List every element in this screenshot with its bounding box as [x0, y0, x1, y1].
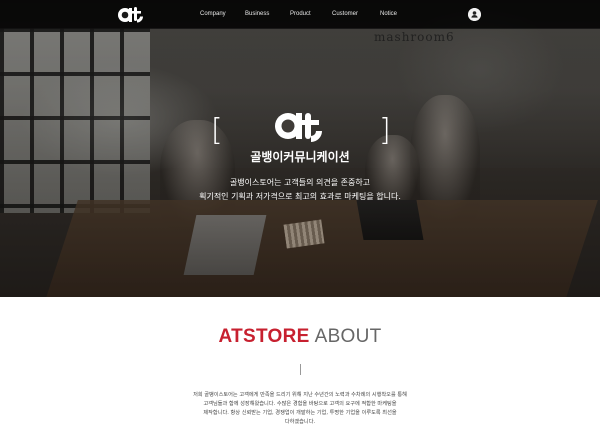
about-section-title: ATSTORE ABOUT: [0, 326, 600, 348]
hero-logo-icon: [275, 113, 322, 142]
about-title-light: ABOUT: [314, 326, 382, 347]
hero-description: 골뱅이스토어는 고객들의 의견을 존중하고 획기적인 기획과 저가격으로 최고의…: [0, 176, 600, 204]
brand-logo[interactable]: [117, 6, 145, 23]
about-text-line1: 저희 골뱅이스토어는 고객에게 만족을 드리기 위해 지난 수년간의 노력과 수…: [193, 392, 407, 398]
hero-description-line1: 골뱅이스토어는 고객들의 의견을 존중하고: [229, 178, 371, 187]
hero-description-line2: 획기적인 기획과 저가격으로 최고의 효과로 마케팅을 합니다.: [199, 192, 401, 201]
about-divider: [300, 364, 301, 375]
user-icon[interactable]: [468, 8, 481, 21]
nav-item-business[interactable]: Business: [245, 11, 269, 17]
nav-item-product[interactable]: Product: [290, 11, 311, 17]
about-title-strong: ATSTORE: [218, 326, 310, 347]
nav-item-notice[interactable]: Notice: [380, 11, 397, 17]
hero-bracket-left: [: [211, 113, 223, 148]
top-navigation-bar: Company Business Product Customer Notice: [0, 0, 600, 29]
hero-bracket-right: ]: [379, 113, 391, 148]
hero-banner: mashroom6 [ ] 골뱅이커뮤니케이션 골뱅이스토어는 고객들의 의견을…: [0, 0, 600, 297]
about-text-line2: 고객님들과 함께 성장해왔습니다. 수많은 경험을 바탕으로 고객의 요구에 적…: [203, 401, 397, 407]
about-text-line4: 다하겠습니다.: [284, 419, 316, 425]
hero-title: 골뱅이커뮤니케이션: [250, 150, 350, 164]
nav-item-customer[interactable]: Customer: [332, 11, 358, 17]
hero-wall-sign: mashroom6: [374, 30, 455, 44]
about-description: 저희 골뱅이스토어는 고객에게 만족을 드리기 위해 지난 수년간의 노력과 수…: [150, 391, 450, 427]
about-text-line3: 제작합니다. 항상 신뢰받는 기업, 경쟁업이 개발하는 기업, 투명한 기업을…: [203, 410, 397, 416]
nav-item-company[interactable]: Company: [200, 11, 226, 17]
